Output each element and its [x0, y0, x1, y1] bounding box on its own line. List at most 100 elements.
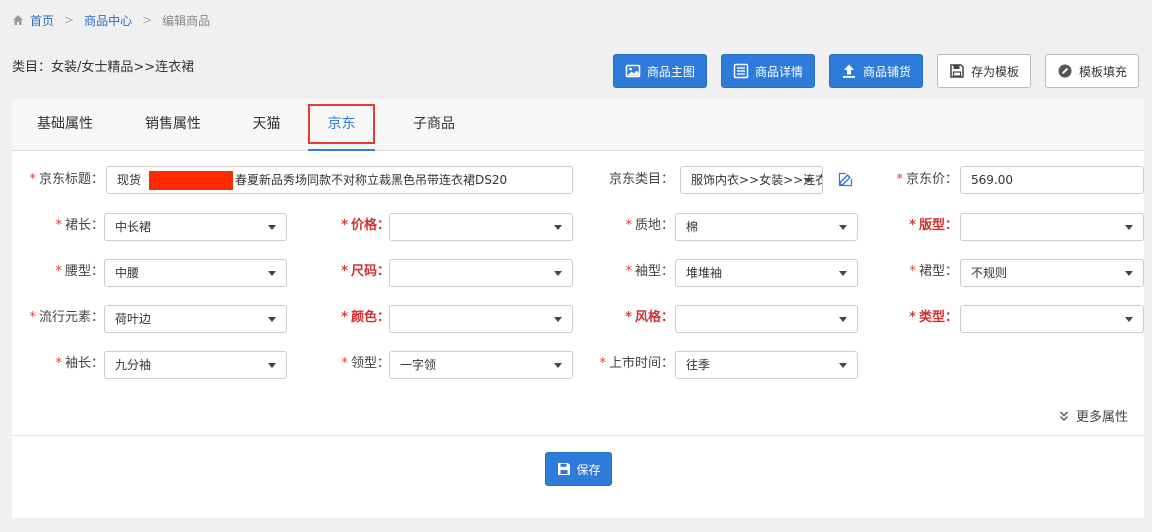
fit-select[interactable] [960, 213, 1144, 241]
skirt-length-select[interactable]: 中长裙 [104, 213, 287, 241]
jd-title-prefix: 现货 [117, 173, 142, 187]
pencil-circle-icon [1058, 64, 1072, 78]
required-mark: * [896, 172, 903, 187]
collar-label: * 领型： [302, 351, 390, 377]
style-label-text: 风格： [634, 310, 674, 325]
main-image-button[interactable]: 商品主图 [612, 54, 707, 88]
sleeve-length-value: 九分袖 [115, 358, 152, 372]
chevron-down-icon [839, 363, 847, 368]
chevron-down-icon [839, 317, 847, 322]
chevron-down-icon [554, 363, 562, 368]
skirt-type-value: 不规则 [971, 266, 1008, 280]
chevron-down-icon [839, 271, 847, 276]
list-goods-button[interactable]: 商品铺货 [828, 54, 923, 88]
price-label: * 价格： [302, 213, 390, 239]
breadcrumb-current: 编辑商品 [162, 13, 211, 28]
details-button[interactable]: 商品详情 [720, 54, 815, 88]
chevron-down-icon [1125, 271, 1133, 276]
skirt-type-label: * 裙型： [878, 259, 958, 285]
chevron-down-icon [268, 271, 276, 276]
double-chevron-down-icon [1059, 411, 1068, 421]
color-label-text: 颜色： [350, 310, 390, 325]
launch-time-label: * 上市时间： [590, 351, 674, 377]
upload-icon [842, 64, 855, 78]
jd-category-select[interactable]: 服饰内衣>>女装>>连衣裙 [680, 166, 823, 194]
collar-select[interactable]: 一字领 [389, 351, 573, 379]
size-select[interactable] [389, 259, 573, 287]
style-select[interactable] [675, 305, 858, 333]
tab-highlight-box [308, 104, 375, 144]
kind-label: * 类型： [878, 305, 958, 331]
price-select[interactable] [389, 213, 573, 241]
material-value: 棉 [686, 220, 699, 234]
skirt-length-label: * 裙长： [12, 213, 104, 239]
size-label: * 尺码： [302, 259, 390, 285]
waist-value: 中腰 [115, 266, 140, 280]
jd-category-label: 京东类目： [608, 172, 674, 187]
floppy-icon [558, 463, 571, 475]
trend-select[interactable]: 荷叶边 [104, 305, 287, 333]
required-mark: * [55, 356, 62, 371]
sleeve-type-select[interactable]: 堆堆袖 [675, 259, 858, 287]
size-label-text: 尺码： [350, 264, 390, 279]
collar-label-text: 领型： [350, 356, 390, 371]
category-path: 类目：女装/女士精品>>连衣裙 [12, 60, 195, 75]
save-button[interactable]: 保存 [545, 452, 612, 486]
floppy-icon [950, 64, 964, 78]
divider [12, 435, 1144, 436]
jd-title-suffix: 春夏新品秀场同款不对称立裁黑色吊带连衣裙DS20 [235, 173, 508, 187]
breadcrumb-home-link[interactable]: 首页 [30, 12, 54, 29]
tab-sales-attributes[interactable]: 销售属性 [144, 99, 202, 151]
fill-template-button[interactable]: 模板填充 [1044, 54, 1139, 88]
tab-tmall[interactable]: 天猫 [252, 99, 281, 151]
chevron-down-icon [554, 271, 562, 276]
fit-label: * 版型： [878, 213, 958, 239]
save-template-button[interactable]: 存为模板 [936, 54, 1031, 88]
kind-select[interactable] [960, 305, 1144, 333]
required-mark: * [55, 264, 62, 279]
fill-template-label: 模板填充 [1078, 64, 1127, 79]
redaction-bar [149, 171, 234, 190]
list-icon [733, 63, 749, 79]
sleeve-length-label: * 袖长： [12, 351, 104, 377]
launch-time-value: 往季 [686, 358, 711, 372]
required-mark: * [909, 218, 916, 233]
save-template-label: 存为模板 [970, 64, 1019, 79]
chevron-down-icon [1125, 225, 1133, 230]
trend-label-text: 流行元素： [38, 310, 104, 325]
required-mark: * [625, 310, 632, 325]
material-select[interactable]: 棉 [675, 213, 858, 241]
breadcrumb-separator: > [64, 13, 75, 27]
breadcrumb-center-link[interactable]: 商品中心 [84, 12, 132, 29]
more-attributes-link[interactable]: 更多属性 [1058, 406, 1128, 425]
jd-title-input[interactable]: 现货 春夏新品秀场同款不对称立裁黑色吊带连衣裙DS20 [106, 166, 573, 194]
required-mark: * [341, 356, 348, 371]
waist-label-text: 腰型： [64, 264, 104, 279]
required-mark: * [625, 218, 632, 233]
required-mark: * [29, 172, 36, 187]
required-mark: * [341, 264, 348, 279]
chevron-down-icon [839, 225, 847, 230]
tab-sub-products[interactable]: 子商品 [412, 99, 456, 151]
color-select[interactable] [389, 305, 573, 333]
jd-title-label-text: 京东标题： [38, 172, 104, 187]
breadcrumb-separator: > [142, 13, 153, 27]
tab-basic-attributes[interactable]: 基础属性 [36, 99, 94, 151]
chevron-down-icon [268, 317, 276, 322]
material-label: * 质地： [590, 213, 674, 239]
price-label-text: 价格： [350, 218, 390, 233]
toolbar: 商品主图 商品详情 商品铺货 存为模板 模板填充 [599, 54, 1139, 88]
sleeve-length-select[interactable]: 九分袖 [104, 351, 287, 379]
tab-jd[interactable]: 京东 [308, 99, 375, 151]
waist-select[interactable]: 中腰 [104, 259, 287, 287]
edit-icon[interactable] [838, 172, 853, 187]
launch-time-select[interactable]: 往季 [675, 351, 858, 379]
skirt-type-select[interactable]: 不规则 [960, 259, 1144, 287]
jd-price-input[interactable]: 569.00 [960, 166, 1144, 194]
edit-panel: 基础属性 销售属性 天猫 京东 子商品 * 京东标题： 现货 春夏新品秀场同款不对称… [12, 99, 1144, 518]
main-image-label: 商品主图 [646, 64, 695, 79]
home-icon [13, 15, 23, 25]
material-label-text: 质地： [634, 218, 674, 233]
skirt-type-label-text: 裙型： [918, 264, 958, 279]
collar-value: 一字领 [400, 358, 437, 372]
